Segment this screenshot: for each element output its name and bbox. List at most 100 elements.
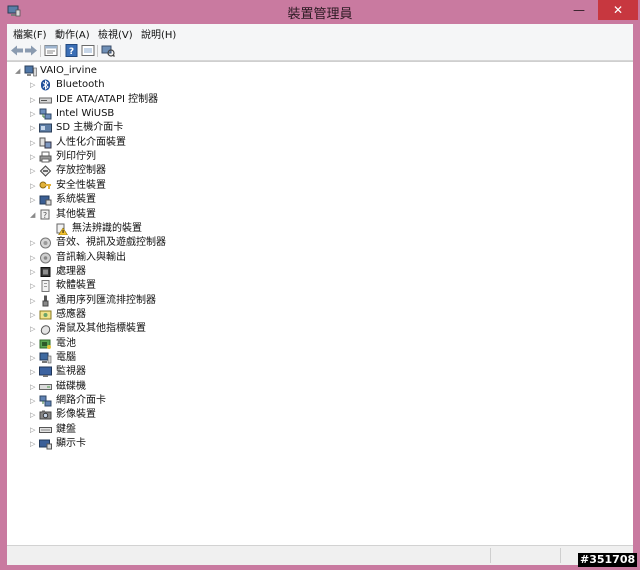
collapse-arrow-icon[interactable]: ◢ bbox=[15, 67, 21, 75]
menu-action[interactable]: 動作(A) bbox=[55, 26, 90, 41]
disk-drive-icon bbox=[39, 383, 52, 390]
properties-icon[interactable] bbox=[44, 44, 58, 57]
tree-category-label: 磁碟機 bbox=[56, 380, 86, 392]
tree-category[interactable]: ▷ 存放控制器 bbox=[7, 164, 267, 178]
expand-arrow-icon[interactable]: ▷ bbox=[30, 139, 36, 147]
tree-category[interactable]: ▷ 鍵盤 bbox=[7, 423, 267, 437]
device-manager-window: 裝置管理員 — ✕ 檔案(F) 動作(A) 檢視(V) 說明(H) ? ◢ VA… bbox=[0, 0, 640, 570]
tree-category-label: 處理器 bbox=[56, 265, 86, 277]
tree-category[interactable]: ▷ 監視器 bbox=[7, 365, 267, 379]
tree-category[interactable]: ▷ Intel WiUSB bbox=[7, 107, 267, 121]
expand-arrow-icon[interactable]: ▷ bbox=[30, 196, 36, 204]
collapse-arrow-icon[interactable]: ◢ bbox=[30, 211, 36, 219]
network-icon bbox=[39, 108, 52, 120]
tree-category[interactable]: ▷ 影像裝置 bbox=[7, 408, 267, 422]
tree-category[interactable]: ▷ 滑鼠及其他指標裝置 bbox=[7, 322, 267, 336]
tree-category[interactable]: ▷ 安全性裝置 bbox=[7, 179, 267, 193]
tree-category[interactable]: ▷ 音訊輸入與輸出 bbox=[7, 251, 267, 265]
tree-category[interactable]: ▷ SD 主機介面卡 bbox=[7, 121, 267, 135]
tree-category[interactable]: ▷ 處理器 bbox=[7, 265, 267, 279]
mouse-icon bbox=[40, 325, 51, 336]
expand-arrow-icon[interactable]: ▷ bbox=[30, 440, 36, 448]
tree-category-label: 其他裝置 bbox=[56, 208, 96, 220]
expand-arrow-icon[interactable]: ▷ bbox=[30, 167, 36, 175]
display-adapter-icon bbox=[39, 439, 52, 450]
expand-arrow-icon[interactable]: ▷ bbox=[30, 182, 36, 190]
expand-arrow-icon[interactable]: ▷ bbox=[30, 354, 36, 362]
tree-category[interactable]: ▷ 人性化介面裝置 bbox=[7, 136, 267, 150]
toolbar-separator bbox=[40, 45, 41, 57]
tree-category-label: 存放控制器 bbox=[56, 165, 106, 177]
tree-category-label: 鍵盤 bbox=[56, 423, 76, 435]
other-devices-icon: ? bbox=[40, 209, 50, 220]
expand-arrow-icon[interactable]: ▷ bbox=[30, 254, 36, 262]
expand-arrow-icon[interactable]: ▷ bbox=[30, 411, 36, 419]
expand-arrow-icon[interactable]: ▷ bbox=[30, 96, 36, 104]
tree-category[interactable]: ▷ 列印佇列 bbox=[7, 150, 267, 164]
tree-category[interactable]: ▷ 音效、視訊及遊戲控制器 bbox=[7, 236, 267, 250]
toolbar: ? bbox=[7, 42, 633, 61]
tree-category[interactable]: ▷ 軟體裝置 bbox=[7, 279, 267, 293]
menu-view[interactable]: 檢視(V) bbox=[98, 26, 133, 41]
title-bar[interactable]: 裝置管理員 — ✕ bbox=[0, 0, 640, 24]
expand-arrow-icon[interactable]: ▷ bbox=[30, 110, 36, 118]
system-device-icon bbox=[39, 195, 52, 206]
expand-arrow-icon[interactable]: ▷ bbox=[30, 368, 36, 376]
client-area: 檔案(F) 動作(A) 檢視(V) 說明(H) ? ◢ VAIO_irvine … bbox=[7, 24, 633, 565]
tree-category[interactable]: ▷ 顯示卡 bbox=[7, 437, 267, 451]
expand-arrow-icon[interactable]: ▷ bbox=[30, 397, 36, 405]
ide-controller-icon bbox=[39, 97, 52, 104]
tree-category-label: 電池 bbox=[56, 337, 76, 349]
tree-category-label: 系統裝置 bbox=[56, 194, 96, 206]
menu-bar: 檔案(F) 動作(A) 檢視(V) 說明(H) bbox=[7, 24, 633, 42]
forward-icon[interactable] bbox=[24, 44, 38, 57]
imaging-device-icon bbox=[39, 410, 52, 420]
tree-category[interactable]: ▷ 感應器 bbox=[7, 308, 267, 322]
expand-arrow-icon[interactable]: ▷ bbox=[30, 297, 36, 305]
tree-category-label: 音效、視訊及遊戲控制器 bbox=[56, 237, 166, 249]
expand-arrow-icon[interactable]: ▷ bbox=[30, 153, 36, 161]
tree-category[interactable]: ▷ 電池 bbox=[7, 337, 267, 351]
expand-arrow-icon[interactable]: ▷ bbox=[30, 340, 36, 348]
tree-category[interactable]: ▷ 磁碟機 bbox=[7, 380, 267, 394]
tree-category[interactable]: ▷ 電腦 bbox=[7, 351, 267, 365]
menu-file[interactable]: 檔案(F) bbox=[13, 26, 47, 41]
tree-category[interactable]: ◢? 其他裝置 bbox=[7, 208, 267, 222]
expand-arrow-icon[interactable]: ▷ bbox=[30, 124, 36, 132]
tree-category[interactable]: ▷ 系統裝置 bbox=[7, 193, 267, 207]
expand-arrow-icon[interactable]: ▷ bbox=[30, 268, 36, 276]
expand-arrow-icon[interactable]: ▷ bbox=[30, 81, 36, 89]
unknown-device-warning-icon bbox=[56, 223, 68, 235]
expand-arrow-icon[interactable]: ▷ bbox=[30, 383, 36, 391]
tree-category-label: Bluetooth bbox=[56, 79, 105, 91]
tree-category-label: 感應器 bbox=[56, 308, 86, 320]
tree-category-label: 列印佇列 bbox=[56, 151, 96, 163]
sound-icon bbox=[40, 237, 51, 249]
back-icon[interactable] bbox=[10, 44, 24, 57]
expand-arrow-icon[interactable]: ▷ bbox=[30, 239, 36, 247]
tree-category[interactable]: ▷ 網路介面卡 bbox=[7, 394, 267, 408]
tree-category-label: 顯示卡 bbox=[56, 438, 86, 450]
expand-arrow-icon[interactable]: ▷ bbox=[30, 325, 36, 333]
tree-category-label: 安全性裝置 bbox=[56, 179, 106, 191]
audio-io-icon bbox=[40, 252, 51, 264]
tree-category[interactable]: ▷ Bluetooth bbox=[7, 78, 267, 92]
tree-device[interactable]: 無法辨識的裝置 bbox=[7, 222, 267, 236]
update-view-icon[interactable] bbox=[81, 44, 95, 57]
tree-category[interactable]: ▷ IDE ATA/ATAPI 控制器 bbox=[7, 93, 267, 107]
close-button[interactable]: ✕ bbox=[598, 0, 638, 20]
tree-root[interactable]: ◢ VAIO_irvine bbox=[7, 64, 207, 78]
toolbar-separator bbox=[60, 45, 61, 57]
expand-arrow-icon[interactable]: ▷ bbox=[30, 426, 36, 434]
scan-hardware-icon[interactable] bbox=[101, 44, 115, 57]
expand-arrow-icon[interactable]: ▷ bbox=[30, 311, 36, 319]
help-icon[interactable]: ? bbox=[65, 44, 79, 57]
minimize-button[interactable]: — bbox=[566, 0, 592, 20]
device-tree: ◢ VAIO_irvine ▷ Bluetooth ▷ IDE ATA/ATAPI 控… bbox=[7, 61, 633, 546]
tree-category[interactable]: ▷ 通用序列匯流排控制器 bbox=[7, 294, 267, 308]
tree-category-label: 通用序列匯流排控制器 bbox=[56, 294, 156, 306]
menu-help[interactable]: 說明(H) bbox=[141, 26, 176, 41]
processor-icon bbox=[40, 266, 51, 277]
tree-category-label: SD 主機介面卡 bbox=[56, 122, 124, 134]
expand-arrow-icon[interactable]: ▷ bbox=[30, 282, 36, 290]
